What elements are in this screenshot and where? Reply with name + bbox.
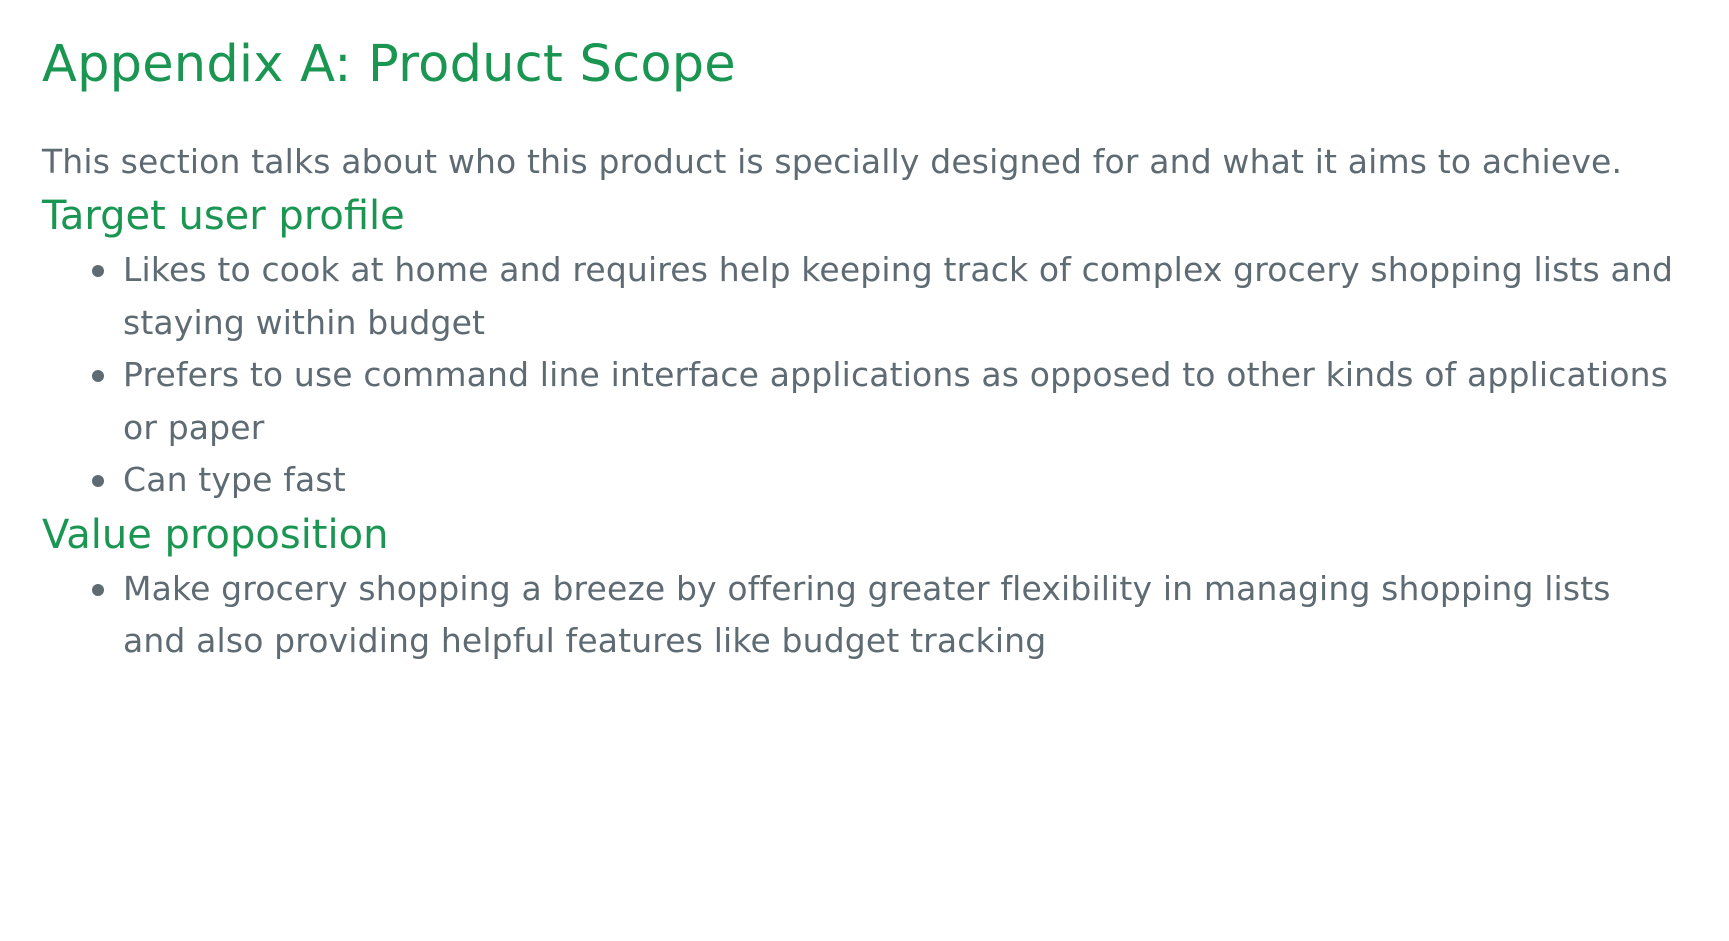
bullet-dot-icon xyxy=(92,265,104,277)
value-proposition-list: Make grocery shopping a breeze by offeri… xyxy=(42,563,1689,668)
page-title: Appendix A: Product Scope xyxy=(42,35,736,94)
list-item-text: Can type fast xyxy=(123,460,346,499)
list-item: Prefers to use command line interface ap… xyxy=(42,349,1689,454)
list-item: Can type fast xyxy=(42,454,1689,507)
bullet-dot-icon xyxy=(92,475,104,487)
bullet-dot-icon xyxy=(92,370,104,382)
list-item: Make grocery shopping a breeze by offeri… xyxy=(42,563,1689,668)
list-item-text: Prefers to use command line interface ap… xyxy=(123,355,1669,447)
intro-paragraph: This section talks about who this produc… xyxy=(42,142,1623,181)
list-item-text: Make grocery shopping a breeze by offeri… xyxy=(123,568,1611,661)
list-item: Likes to cook at home and requires help … xyxy=(42,244,1689,349)
section-heading-target-user-profile: Target user profile xyxy=(42,193,405,239)
section-heading-value-proposition: Value proposition xyxy=(42,511,389,558)
target-user-profile-list: Likes to cook at home and requires help … xyxy=(42,244,1689,507)
document-page: Appendix A: Product Scope This section t… xyxy=(0,0,1729,941)
list-item-text: Likes to cook at home and requires help … xyxy=(123,250,1674,342)
bullet-dot-icon xyxy=(92,583,104,596)
